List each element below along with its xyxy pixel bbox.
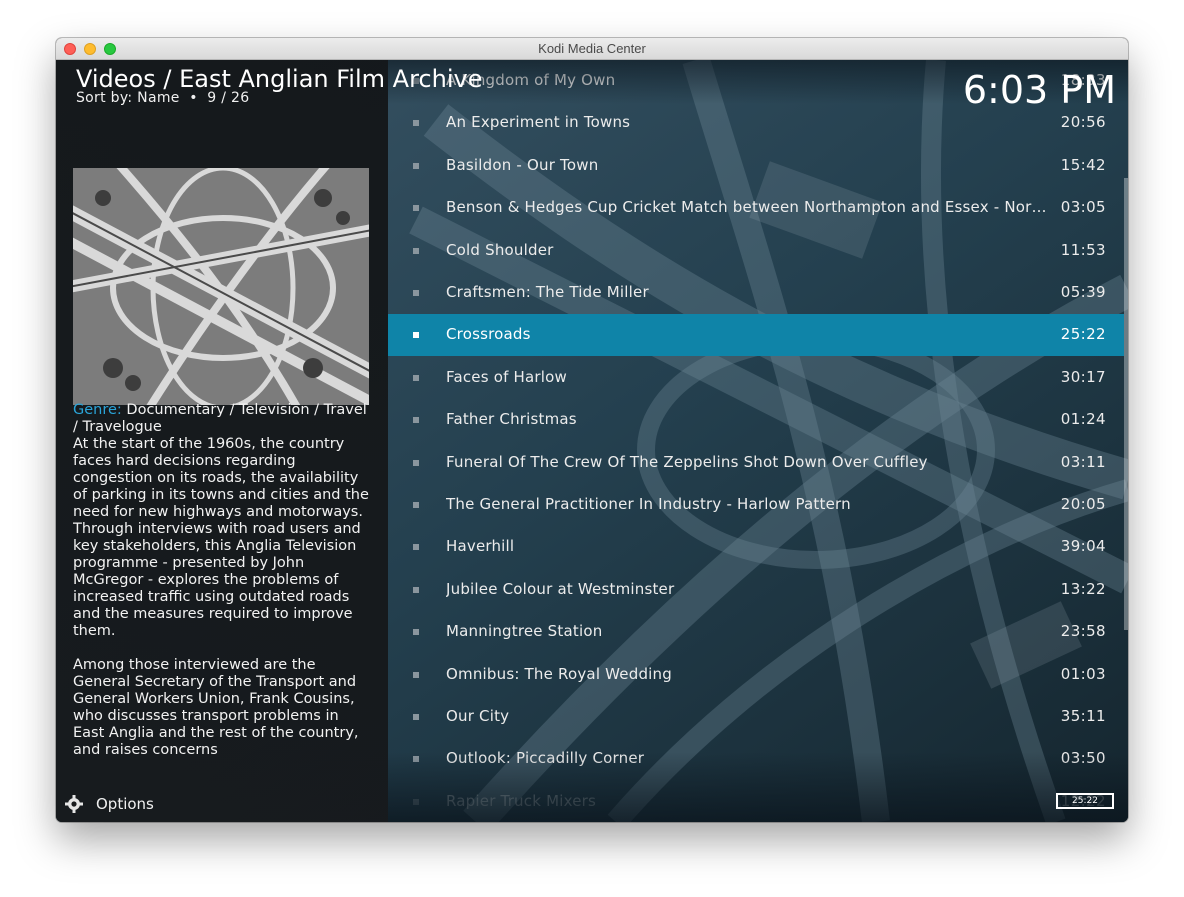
list-item[interactable]: Father Christmas 01:24 (388, 399, 1124, 441)
list-item[interactable]: Funeral Of The Crew Of The Zeppelins Sho… (388, 442, 1124, 484)
item-duration: 05:39 (1060, 283, 1106, 301)
item-duration: 13:22 (1060, 579, 1106, 598)
item-duration: 20:05 (1060, 495, 1106, 513)
window-titlebar[interactable]: Kodi Media Center (56, 38, 1128, 60)
list-item[interactable]: Rapier Truck Mixers 12:22 (388, 781, 1124, 822)
clock: 6:03 PM (962, 68, 1116, 112)
item-bullet-icon (413, 798, 419, 805)
item-title: Rapier Truck Mixers (446, 791, 597, 810)
item-duration: 03:50 (1060, 749, 1106, 768)
sort-info[interactable]: Sort by: Name • 9 / 26 (76, 90, 249, 106)
item-duration: 15:42 (1060, 155, 1106, 174)
kodi-content: Genre: Documentary / Television / Travel… (56, 60, 1128, 822)
list-item[interactable]: Haverhill 39:04 (388, 526, 1124, 568)
item-duration: 25:22 (1060, 325, 1106, 344)
list-item[interactable]: The General Practitioner In Industry - H… (388, 484, 1124, 526)
item-title: Haverhill (446, 537, 515, 556)
item-title: Outlook: Piccadilly Corner (446, 749, 645, 768)
window-title: Kodi Media Center (538, 41, 646, 56)
list-position: 9 / 26 (207, 90, 250, 106)
item-title: Father Christmas (446, 410, 577, 429)
item-bullet-icon (413, 714, 419, 720)
list-item[interactable]: Cold Shoulder 11:53 (388, 230, 1124, 272)
item-title: The General Practitioner In Industry - H… (446, 495, 851, 513)
item-duration: 23:58 (1060, 622, 1106, 641)
item-title: Benson & Hedges Cup Cricket Match betwee… (446, 198, 1050, 217)
now-playing-duration: 25:22 (1056, 793, 1114, 809)
item-bullet-icon (413, 459, 419, 466)
item-bullet-icon (413, 120, 419, 127)
item-title: An Experiment in Towns (446, 113, 631, 132)
item-bullet-icon (413, 290, 419, 296)
item-bullet-icon (413, 247, 419, 254)
item-duration: 11:53 (1060, 240, 1106, 259)
list-item[interactable]: Our City 35:11 (388, 696, 1124, 738)
item-duration: 03:11 (1060, 452, 1106, 471)
list-item[interactable]: Craftsmen: The Tide Miller 05:39 (388, 272, 1124, 314)
genre-label: Genre: (73, 402, 122, 418)
item-duration: 30:17 (1060, 367, 1106, 386)
item-bullet-icon (413, 629, 419, 636)
breadcrumb: Videos / East Anglian Film Archive (76, 65, 483, 93)
item-title: Faces of Harlow (446, 367, 567, 386)
item-title: Cold Shoulder (446, 240, 554, 259)
item-title: Omnibus: The Royal Wedding (446, 664, 672, 683)
item-duration: 01:24 (1060, 410, 1106, 429)
item-bullet-icon (413, 671, 419, 678)
gear-icon (65, 795, 83, 813)
item-bullet-icon (413, 162, 419, 169)
poster-image (73, 168, 369, 405)
plot-text: Genre: Documentary / Television / Travel… (73, 402, 373, 758)
list-item[interactable]: Omnibus: The Royal Wedding 01:03 (388, 654, 1124, 696)
item-duration: 39:04 (1060, 537, 1106, 556)
app-window: Kodi Media Center Genre: Documentary / T… (56, 38, 1128, 822)
item-bullet-icon (413, 544, 419, 551)
item-title: Manningtree Station (446, 622, 603, 641)
sort-label: Sort by: Name (76, 90, 180, 106)
list-item[interactable]: Faces of Harlow 30:17 (388, 357, 1124, 399)
item-title: Crossroads (446, 325, 531, 344)
item-title: Jubilee Colour at Westminster (446, 579, 675, 598)
item-bullet-icon (413, 586, 419, 593)
item-bullet-icon (413, 205, 419, 212)
item-bullet-icon (413, 332, 419, 339)
item-title: Funeral Of The Crew Of The Zeppelins Sho… (446, 452, 928, 471)
options-button[interactable]: Options (64, 793, 154, 815)
item-bullet-icon (413, 374, 419, 381)
item-title: Craftsmen: The Tide Miller (446, 283, 649, 301)
list-item[interactable]: Benson & Hedges Cup Cricket Match betwee… (388, 187, 1124, 229)
list-scrollbar[interactable] (1124, 178, 1128, 630)
media-list: A Kingdom of My Own 18:33 An Experiment in… (388, 60, 1124, 822)
list-item[interactable]: Jubilee Colour at Westminster 13:22 (388, 569, 1124, 611)
item-duration: 03:05 (1060, 198, 1106, 217)
item-bullet-icon (413, 502, 419, 508)
list-item-selected[interactable]: Crossroads 25:22 (388, 314, 1124, 357)
item-title: A Kingdom of My Own (446, 71, 616, 89)
plot-paragraph-1: At the start of the 1960s, the country f… (73, 436, 369, 639)
item-title: Basildon - Our Town (446, 155, 599, 174)
item-duration: 35:11 (1060, 707, 1106, 725)
list-item[interactable]: Basildon - Our Town 15:42 (388, 145, 1124, 187)
list-item[interactable]: Outlook: Piccadilly Corner 03:50 (388, 738, 1124, 780)
options-label: Options (96, 795, 154, 813)
list-item[interactable]: Manningtree Station 23:58 (388, 611, 1124, 653)
plot-paragraph-2: Among those interviewed are the General … (73, 657, 359, 758)
item-duration: 01:03 (1060, 664, 1106, 683)
info-panel: Genre: Documentary / Television / Travel… (56, 60, 388, 822)
item-bullet-icon (413, 756, 419, 763)
item-title: Our City (446, 707, 510, 725)
item-duration: 20:56 (1060, 113, 1106, 132)
item-bullet-icon (413, 417, 419, 424)
separator: • (189, 90, 198, 106)
